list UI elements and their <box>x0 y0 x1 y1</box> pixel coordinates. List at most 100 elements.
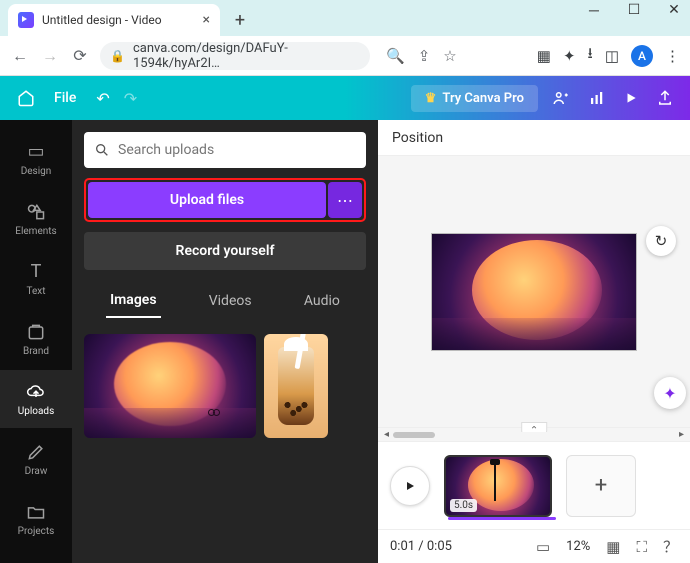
pencil-icon <box>26 442 46 462</box>
search-icon <box>94 142 110 158</box>
clip-duration: 5.0s <box>450 499 477 512</box>
scroll-left-icon[interactable]: ◂ <box>384 429 389 440</box>
canva-favicon-icon <box>18 12 34 28</box>
position-button[interactable]: Position <box>392 130 443 146</box>
time-display: 0:01 / 0:05 <box>390 539 452 554</box>
sidepanel-icon[interactable]: ◫ <box>605 47 619 65</box>
tab-audio[interactable]: Audio <box>300 285 344 317</box>
template-icon: ▭ <box>27 141 44 162</box>
tab-title: Untitled design - Video <box>42 13 195 27</box>
rail-label: Design <box>21 166 52 177</box>
upload-thumbnails <box>84 334 366 438</box>
window-controls: ─ ☐ ✕ <box>584 2 684 19</box>
browser-titlebar: Untitled design - Video × + ─ ☐ ✕ <box>0 0 690 36</box>
footer-bar: 0:01 / 0:05 ▭ 12% ▦ ⛶ ？ <box>378 529 690 563</box>
rail-draw[interactable]: Draw <box>0 430 72 488</box>
undo-icon[interactable]: ↶ <box>96 89 109 108</box>
home-icon[interactable] <box>12 84 40 112</box>
upload-files-button[interactable]: Upload files <box>88 182 326 218</box>
puzzle-icon[interactable]: ✦ <box>563 47 576 65</box>
play-icon[interactable] <box>624 91 642 105</box>
shapes-icon <box>26 202 46 222</box>
stage[interactable]: ↻ ✦ <box>378 156 690 427</box>
tab-images[interactable]: Images <box>106 284 160 318</box>
share-icon[interactable]: ⇪ <box>418 47 431 65</box>
zoom-display[interactable]: 12% <box>566 539 590 554</box>
fullscreen-icon[interactable]: ⛶ <box>636 538 647 556</box>
redo-icon: ↷ <box>124 89 137 108</box>
clip-underline <box>448 517 556 520</box>
url-text: canva.com/design/DAFuY-1594k/hyAr2I… <box>133 41 360 71</box>
upload-highlight: Upload files ⋯ <box>84 178 366 222</box>
magic-button[interactable]: ✦ <box>654 377 686 409</box>
playhead[interactable] <box>494 463 496 501</box>
browser-tab[interactable]: Untitled design - Video × <box>8 4 220 36</box>
grid-view-icon[interactable]: ▦ <box>606 538 620 556</box>
rail-label: Uploads <box>18 406 54 417</box>
main-area: ▭ Design Elements T Text Brand Uploads <box>0 120 690 563</box>
timeline-play-button[interactable] <box>390 466 430 506</box>
search-uploads[interactable] <box>84 132 366 168</box>
rail-uploads[interactable]: Uploads <box>0 370 72 428</box>
tab-videos[interactable]: Videos <box>205 285 256 317</box>
upload-thumb-boba[interactable] <box>264 334 328 438</box>
browser-menu-icon[interactable]: ⋮ <box>665 47 680 65</box>
horizontal-scrollbar[interactable]: ⌄ ◂ ▸ <box>378 427 690 441</box>
rail-label: Draw <box>25 466 48 477</box>
download-icon[interactable]: ⭳ <box>588 43 593 68</box>
rail-projects[interactable]: Projects <box>0 490 72 548</box>
rail-label: Text <box>26 286 45 297</box>
rail-elements[interactable]: Elements <box>0 190 72 248</box>
back-icon[interactable]: ← <box>10 46 30 66</box>
canva-topbar: File ↶ ↷ ♛ Try Canva Pro <box>0 76 690 120</box>
zoom-icon[interactable]: 🔍 <box>386 47 405 65</box>
browser-toolbar: ← → ⟳ 🔒 canva.com/design/DAFuY-1594k/hyA… <box>0 36 690 76</box>
uploads-panel: Upload files ⋯ Record yourself Images Vi… <box>72 120 378 563</box>
help-icon[interactable]: ？ <box>663 536 678 557</box>
rail-text[interactable]: T Text <box>0 250 72 308</box>
new-tab-button[interactable]: + <box>226 6 254 34</box>
left-rail: ▭ Design Elements T Text Brand Uploads <box>0 120 72 563</box>
rail-brand[interactable]: Brand <box>0 310 72 368</box>
bookmark-icon[interactable]: ☆ <box>443 47 456 65</box>
close-tab-icon[interactable]: × <box>203 12 210 28</box>
minimize-icon[interactable]: ─ <box>584 2 604 19</box>
extension-icon[interactable]: ▦ <box>537 47 551 65</box>
upload-more-button[interactable]: ⋯ <box>328 182 362 218</box>
present-icon[interactable] <box>552 89 574 107</box>
scroll-right-icon[interactable]: ▸ <box>679 429 684 440</box>
brand-icon <box>26 322 46 342</box>
rail-design[interactable]: ▭ Design <box>0 130 72 188</box>
pages-icon[interactable]: ▭ <box>536 538 550 556</box>
close-window-icon[interactable]: ✕ <box>664 2 684 19</box>
folder-icon <box>26 502 46 522</box>
canvas-area: Position ↻ ✦ ⌄ ◂ ▸ 5.0s + <box>378 120 690 563</box>
lock-icon: 🔒 <box>110 49 125 63</box>
file-menu[interactable]: File <box>54 90 76 106</box>
reload-icon[interactable]: ⟳ <box>70 46 90 65</box>
video-frame[interactable] <box>431 233 637 351</box>
text-icon: T <box>31 261 42 282</box>
position-toolbar: Position <box>378 120 690 156</box>
record-yourself-button[interactable]: Record yourself <box>84 232 366 270</box>
rail-label: Projects <box>18 526 55 537</box>
forward-icon: → <box>40 46 60 66</box>
crown-icon: ♛ <box>425 91 437 106</box>
add-clip-button[interactable]: + <box>566 455 636 517</box>
media-tabs: Images Videos Audio <box>84 284 366 318</box>
try-pro-label: Try Canva Pro <box>442 91 524 106</box>
upload-thumb-moon[interactable] <box>84 334 256 438</box>
profile-avatar[interactable]: A <box>631 45 653 67</box>
rotate-button[interactable]: ↻ <box>646 226 676 256</box>
rail-label: Elements <box>15 226 56 237</box>
cloud-upload-icon <box>26 382 46 402</box>
search-input[interactable] <box>118 142 356 158</box>
share-export-icon[interactable] <box>656 89 678 107</box>
scroll-thumb[interactable] <box>393 432 435 438</box>
maximize-icon[interactable]: ☐ <box>624 2 644 19</box>
analytics-icon[interactable] <box>588 89 610 107</box>
address-bar[interactable]: 🔒 canva.com/design/DAFuY-1594k/hyAr2I… <box>100 42 370 70</box>
scroll-track[interactable] <box>393 432 675 438</box>
timeline: 5.0s + <box>378 441 690 529</box>
try-pro-button[interactable]: ♛ Try Canva Pro <box>411 85 538 112</box>
